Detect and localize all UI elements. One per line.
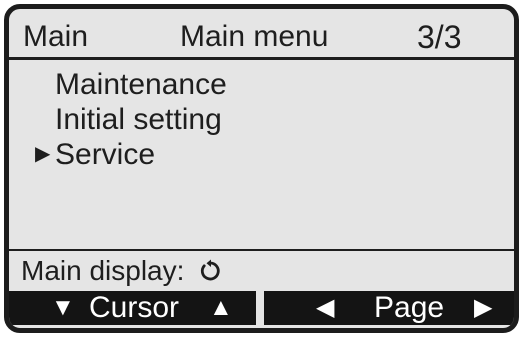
- menu-list: Maintenance Initial setting ▶ Service: [9, 67, 514, 172]
- page-softkey-label: Page: [374, 291, 445, 324]
- triangle-down-icon: ▼: [51, 294, 75, 321]
- menu-item-label: Service: [55, 138, 156, 171]
- triangle-left-icon: ◀: [316, 294, 335, 321]
- cursor-softkey-label: Cursor: [89, 291, 180, 324]
- header-context-label: Main: [23, 20, 89, 53]
- selection-cursor-icon: ▶: [35, 143, 51, 165]
- status-line: Main display:: [21, 253, 222, 289]
- page-softkey[interactable]: ◀ Page ▶: [264, 291, 514, 325]
- menu-item-label: Initial setting: [55, 103, 222, 136]
- page-title: Main menu: [180, 20, 329, 53]
- triangle-up-icon: ▲: [209, 294, 233, 321]
- cursor-softkey[interactable]: ▼ Cursor ▲: [9, 291, 256, 325]
- softkey-bar: ▼ Cursor ▲ ◀ Page ▶: [9, 291, 514, 325]
- menu-item-service[interactable]: ▶ Service: [9, 137, 514, 172]
- lcd-screen: Main Main menu 3/3 Maintenance Initial s…: [4, 4, 519, 333]
- return-arrow-icon[interactable]: [198, 259, 222, 283]
- page-indicator: 3/3: [417, 19, 462, 55]
- triangle-right-icon: ▶: [474, 294, 493, 321]
- menu-item-label: Maintenance: [55, 68, 227, 101]
- status-divider: [9, 249, 514, 251]
- main-display-label: Main display:: [21, 255, 185, 286]
- screen-header: Main Main menu 3/3: [9, 9, 514, 60]
- menu-item-maintenance[interactable]: Maintenance: [9, 67, 514, 102]
- menu-item-initial-setting[interactable]: Initial setting: [9, 102, 514, 137]
